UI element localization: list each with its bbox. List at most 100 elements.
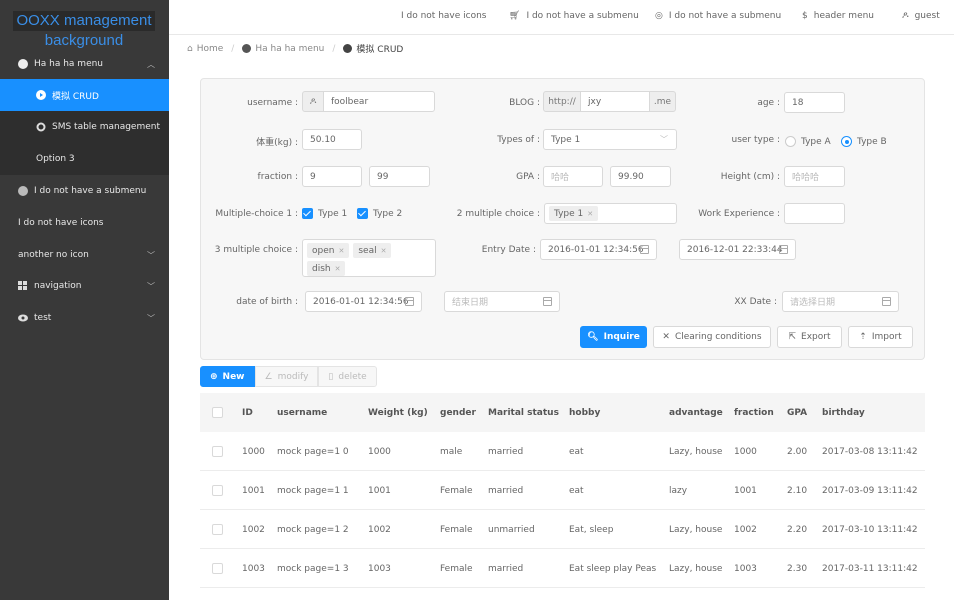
close-icon[interactable]: ✕ — [338, 247, 344, 255]
sidebar-item-crud[interactable]: 模拟 CRUD — [0, 79, 169, 111]
header-item-header-menu[interactable]: $ header menu — [802, 11, 874, 21]
blog-suffix: .me — [649, 91, 676, 112]
gpa-min-input[interactable]: 哈哈 — [543, 166, 603, 187]
user-type-radio-a[interactable]: Type A — [785, 136, 831, 147]
sidebar-item-ha-ha-ha-menu[interactable]: Ha ha ha menu ︿ — [0, 48, 169, 80]
table-row[interactable]: 1000 mock page=1 0 1000 male married eat Lazy,… — [200, 432, 925, 471]
modify-button[interactable]: ∠ modify — [254, 366, 319, 387]
height-input[interactable]: 哈哈哈 — [784, 166, 845, 187]
table-row[interactable]: 1001 mock page=1 1 1001 Female married eat laz… — [200, 471, 925, 510]
tag-label: seal — [358, 245, 377, 256]
eye-icon — [18, 313, 28, 323]
mc1-checkbox-type2[interactable]: Type 2 — [357, 208, 402, 219]
fraction-min-input[interactable]: 9 — [302, 166, 362, 187]
cell-fraction: 1002 — [734, 524, 757, 535]
import-button[interactable]: ⇡ Import — [848, 326, 913, 348]
close-icon[interactable]: ✕ — [335, 265, 341, 273]
username-input[interactable]: foolbear — [323, 91, 435, 112]
header-item-no-submenu-1[interactable]: 🛒︎ I do not have a submenu — [509, 11, 639, 21]
close-icon[interactable]: ✕ — [587, 210, 593, 218]
blog-prefix: http:// — [543, 91, 581, 112]
column-header-gpa[interactable]: GPA — [787, 393, 807, 432]
calendar-icon — [882, 297, 891, 306]
close-icon[interactable]: ✕ — [381, 247, 387, 255]
sidebar-item-navigation[interactable]: navigation ﹀ — [0, 270, 169, 302]
sidebar-item-no-submenu[interactable]: I do not have a submenu — [0, 175, 169, 207]
cell-id: 1003 — [242, 563, 265, 574]
cell-id: 1000 — [242, 446, 265, 457]
chevron-down-icon: ﹀ — [660, 135, 668, 144]
column-header-hobby[interactable]: hobby — [569, 393, 600, 432]
sidebar-item-sms-table[interactable]: SMS table management — [0, 111, 169, 143]
new-button[interactable]: ⊕ New — [200, 366, 255, 387]
column-header-weight[interactable]: Weight (kg) — [368, 393, 428, 432]
types-of-select[interactable]: Type 1 ﹀ — [543, 129, 677, 150]
column-header-fraction[interactable]: fraction — [734, 393, 774, 432]
entry-date-start-picker[interactable]: 2016-01-01 12:34:56 — [540, 239, 657, 260]
column-header-id[interactable]: ID — [242, 393, 253, 432]
age-input[interactable]: 18 — [784, 92, 845, 113]
clear-conditions-button[interactable]: ✕ Clearing conditions — [653, 326, 771, 348]
xx-date-picker[interactable]: 请选择日期 — [782, 291, 899, 312]
user-type-radio-b[interactable]: Type B — [841, 136, 887, 147]
inquire-button[interactable]: 🔍︎ Inquire — [580, 326, 647, 348]
row-checkbox[interactable] — [212, 432, 223, 471]
header-item-no-icons[interactable]: I do not have icons — [401, 11, 487, 21]
tag: dish ✕ — [307, 261, 346, 276]
cell-username: mock page=1 3 — [277, 563, 349, 574]
table-row[interactable]: 1003 mock page=1 3 1003 Female married Eat sl… — [200, 549, 925, 588]
entry-date-end-picker[interactable]: 2016-12-01 22:33:44 — [679, 239, 796, 260]
types-of-value: Type 1 — [551, 134, 581, 145]
select-all-checkbox[interactable] — [212, 393, 223, 432]
column-header-advantage[interactable]: advantage — [669, 393, 723, 432]
row-checkbox[interactable] — [212, 510, 223, 549]
user-icon: ዶ — [302, 91, 324, 112]
sidebar-item-test[interactable]: test ﹀ — [0, 302, 169, 334]
row-checkbox[interactable] — [212, 471, 223, 510]
app-logo[interactable]: OOXX management background — [8, 11, 160, 51]
column-header-gender[interactable]: gender — [440, 393, 476, 432]
header-item-guest[interactable]: ዶ guest — [902, 11, 940, 21]
weight-input[interactable]: 50.10 — [302, 129, 362, 150]
delete-button[interactable]: ▯ delete — [318, 366, 377, 387]
height-label: Height (cm) : — [720, 172, 780, 182]
dollar-icon: $ — [802, 11, 808, 21]
trash-icon: ▯ — [328, 371, 334, 382]
gpa-max-input[interactable]: 99.90 — [610, 166, 671, 187]
column-header-marital-status[interactable]: Marital status — [488, 393, 559, 432]
chevron-down-icon: ﹀ — [147, 281, 155, 291]
logo-line1: OOXX management — [13, 11, 155, 31]
sidebar-item-no-icons[interactable]: I do not have icons — [0, 207, 169, 239]
breadcrumb-home[interactable]: Home — [197, 44, 224, 54]
dob-end-picker[interactable]: 结束日期 — [444, 291, 560, 312]
sidebar-item-label: another no icon — [18, 250, 89, 260]
breadcrumb-ha-ha-ha-menu[interactable]: Ha ha ha menu — [255, 44, 324, 54]
export-button[interactable]: ⇱ Export — [777, 326, 842, 348]
mc1-checkbox-type1[interactable]: Type 1 — [302, 208, 347, 219]
header-item-no-submenu-2[interactable]: ◎ I do not have a submenu — [655, 11, 781, 21]
table-actions: ⊕ New ∠ modify ▯ delete — [200, 366, 377, 387]
header-item-label: guest — [914, 11, 940, 21]
cell-hobby: eat — [569, 485, 584, 496]
multiple-choice-3-select[interactable]: open ✕ seal ✕ dish ✕ — [302, 239, 436, 277]
fraction-max-input[interactable]: 99 — [369, 166, 430, 187]
date-placeholder: 结束日期 — [452, 298, 489, 308]
dob-start-picker[interactable]: 2016-01-01 12:34:56 — [305, 291, 422, 312]
column-header-username[interactable]: username — [277, 393, 327, 432]
work-experience-input[interactable] — [784, 203, 845, 224]
cell-birthday: 2017-03-11 13:11:42 — [822, 563, 918, 574]
table-row[interactable]: 1002 mock page=1 2 1002 Female unmarried Eat,… — [200, 510, 925, 549]
column-header-birthday[interactable]: birthday — [822, 393, 865, 432]
chevron-down-icon: ﹀ — [147, 313, 155, 323]
row-checkbox[interactable] — [212, 549, 223, 588]
sidebar-item-option-3[interactable]: Option 3 — [0, 143, 169, 175]
blog-input[interactable]: jxy — [580, 91, 650, 112]
sidebar-item-another-no-icon[interactable]: another no icon ﹀ — [0, 239, 169, 271]
sidebar-item-label: SMS table management — [52, 122, 160, 132]
export-icon: ⇱ — [788, 332, 797, 342]
multiple-choice-2-select[interactable]: Type 1 ✕ — [544, 203, 677, 224]
sidebar-item-label: test — [34, 313, 52, 323]
header-item-label: I do not have a submenu — [526, 11, 639, 21]
cell-advantage: lazy — [669, 485, 688, 496]
button-label: modify — [277, 371, 309, 382]
